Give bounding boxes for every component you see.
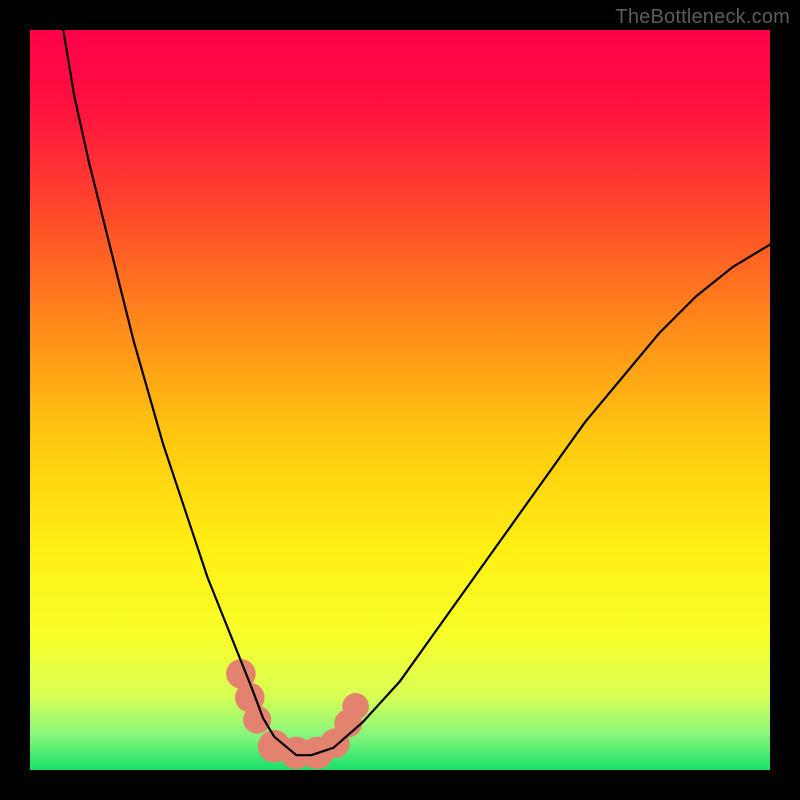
chart-area [30, 30, 770, 770]
gradient-background [30, 30, 770, 770]
watermark-text: TheBottleneck.com [615, 6, 790, 29]
chart-svg [30, 30, 770, 770]
stage: TheBottleneck.com [0, 0, 800, 800]
curve-marker [243, 706, 271, 734]
curve-marker [342, 693, 369, 720]
